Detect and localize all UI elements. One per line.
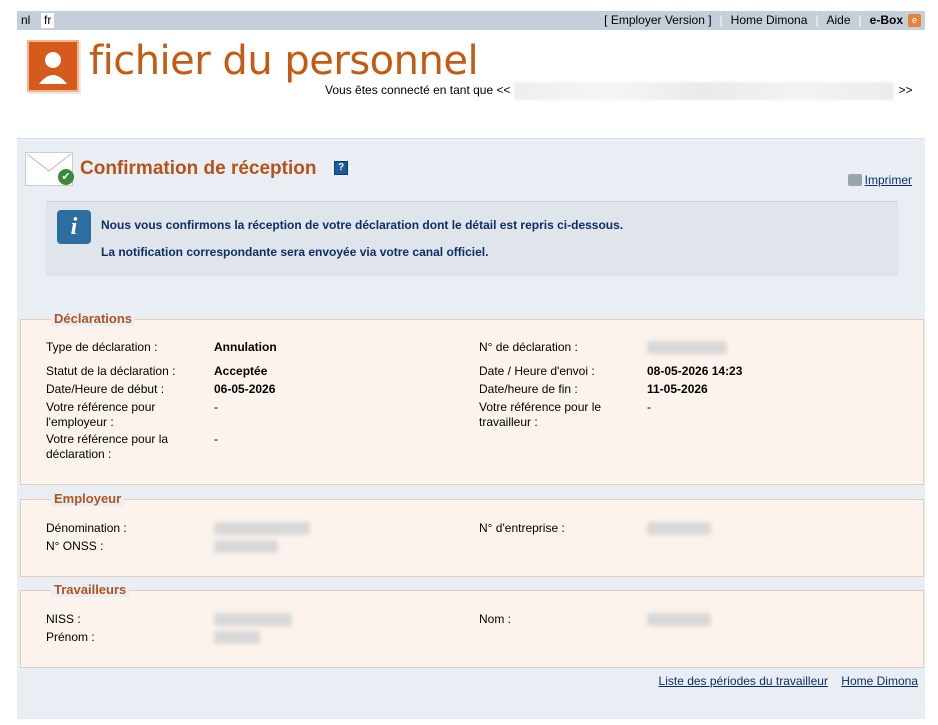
separator: | [815,13,819,27]
redacted-num [647,341,727,354]
aide-link[interactable]: Aide [827,11,851,30]
declarations-legend: Déclarations [51,311,136,326]
connected-suffix: >> [898,83,913,98]
type-value: Annulation [214,340,277,354]
fin-label: Date/heure de fin : [479,382,578,396]
travailleurs-legend: Travailleurs [51,582,130,597]
header: fichier du personnel Vous êtes connecté … [17,30,925,138]
ebox-link[interactable]: e-Box [870,11,903,30]
footer-home-dimona-link[interactable]: Home Dimona [841,674,918,688]
top-bar: nl fr [ Employer Version ] | Home Dimona… [17,11,925,30]
language-nl-link[interactable]: nl [18,13,33,28]
connected-prefix: Vous êtes connecté en tant que << [325,83,511,98]
person-card-icon [27,40,79,92]
redacted-niss [214,613,292,626]
app-logo-title: fichier du personnel [89,38,479,84]
type-label: Type de déclaration : [46,340,158,354]
info-box: i Nous vous confirmons la réception de v… [46,201,898,276]
declarations-section: Déclarations Type de déclaration : Annul… [20,311,924,485]
ref-employeur-value: - [214,400,218,414]
travailleurs-section: Travailleurs NISS : Nom : Prénom : [20,582,924,668]
redacted-onss [214,540,278,553]
envoi-value: 08-05-2026 14:23 [647,364,743,378]
info-icon: i [57,210,91,244]
employeur-section: Employeur Dénomination : N° d'entreprise… [20,491,924,577]
fin-value: 11-05-2026 [647,382,708,396]
employeur-legend: Employeur [51,491,125,506]
employer-version-link[interactable]: [ Employer Version ] [604,11,711,30]
page-title: Confirmation de réception [80,158,317,179]
print-link[interactable]: Imprimer [847,173,912,187]
prenom-label: Prénom : [46,630,95,644]
denomination-label: Dénomination : [46,521,127,535]
redacted-username [514,82,895,100]
top-links: [ Employer Version ] | Home Dimona | Aid… [604,11,921,30]
envoi-label: Date / Heure d'envoi : [479,364,595,378]
ebox-icon[interactable]: e [908,14,921,27]
redacted-prenom [214,631,260,644]
redacted-nom [647,613,711,626]
nom-label: Nom : [479,612,512,626]
info-message-1: Nous vous confirmons la réception de vot… [101,218,624,232]
print-label[interactable]: Imprimer [865,173,912,187]
ref-travailleur-value: - [647,400,651,414]
niss-label: NISS : [46,612,81,626]
ref-declaration-value: - [214,432,218,446]
debut-value: 06-05-2026 [214,382,276,396]
statut-label: Statut de la déclaration : [46,364,176,378]
redacted-denomination [214,522,310,535]
periodes-link[interactable]: Liste des périodes du travailleur [659,674,828,688]
printer-icon [847,174,862,186]
statut-value: Acceptée [214,364,268,378]
main-content: ✔ Confirmation de réception ? Imprimer i… [17,138,925,719]
footer-links: Liste des périodes du travailleur Home D… [649,674,918,688]
redacted-entreprise [647,522,711,535]
ref-travailleur-label: Votre référence pour le travailleur : [479,400,602,429]
ref-employeur-label: Votre référence pour l'employeur : [46,400,156,429]
help-icon[interactable]: ? [334,161,348,175]
num-label: N° de déclaration : [479,340,578,354]
onss-label: N° ONSS : [46,539,104,553]
connected-as: Vous êtes connecté en tant que << >> [325,82,913,100]
separator: | [719,13,723,27]
check-icon: ✔ [58,169,74,185]
language-fr-link[interactable]: fr [41,13,55,28]
ref-declaration-label: Votre référence pour la déclaration : [46,432,169,461]
home-dimona-link[interactable]: Home Dimona [731,11,808,30]
debut-label: Date/Heure de début : [46,382,165,396]
separator: | [858,13,862,27]
info-message-2: La notification correspondante sera envo… [101,245,489,259]
entreprise-label: N° d'entreprise : [479,521,565,535]
